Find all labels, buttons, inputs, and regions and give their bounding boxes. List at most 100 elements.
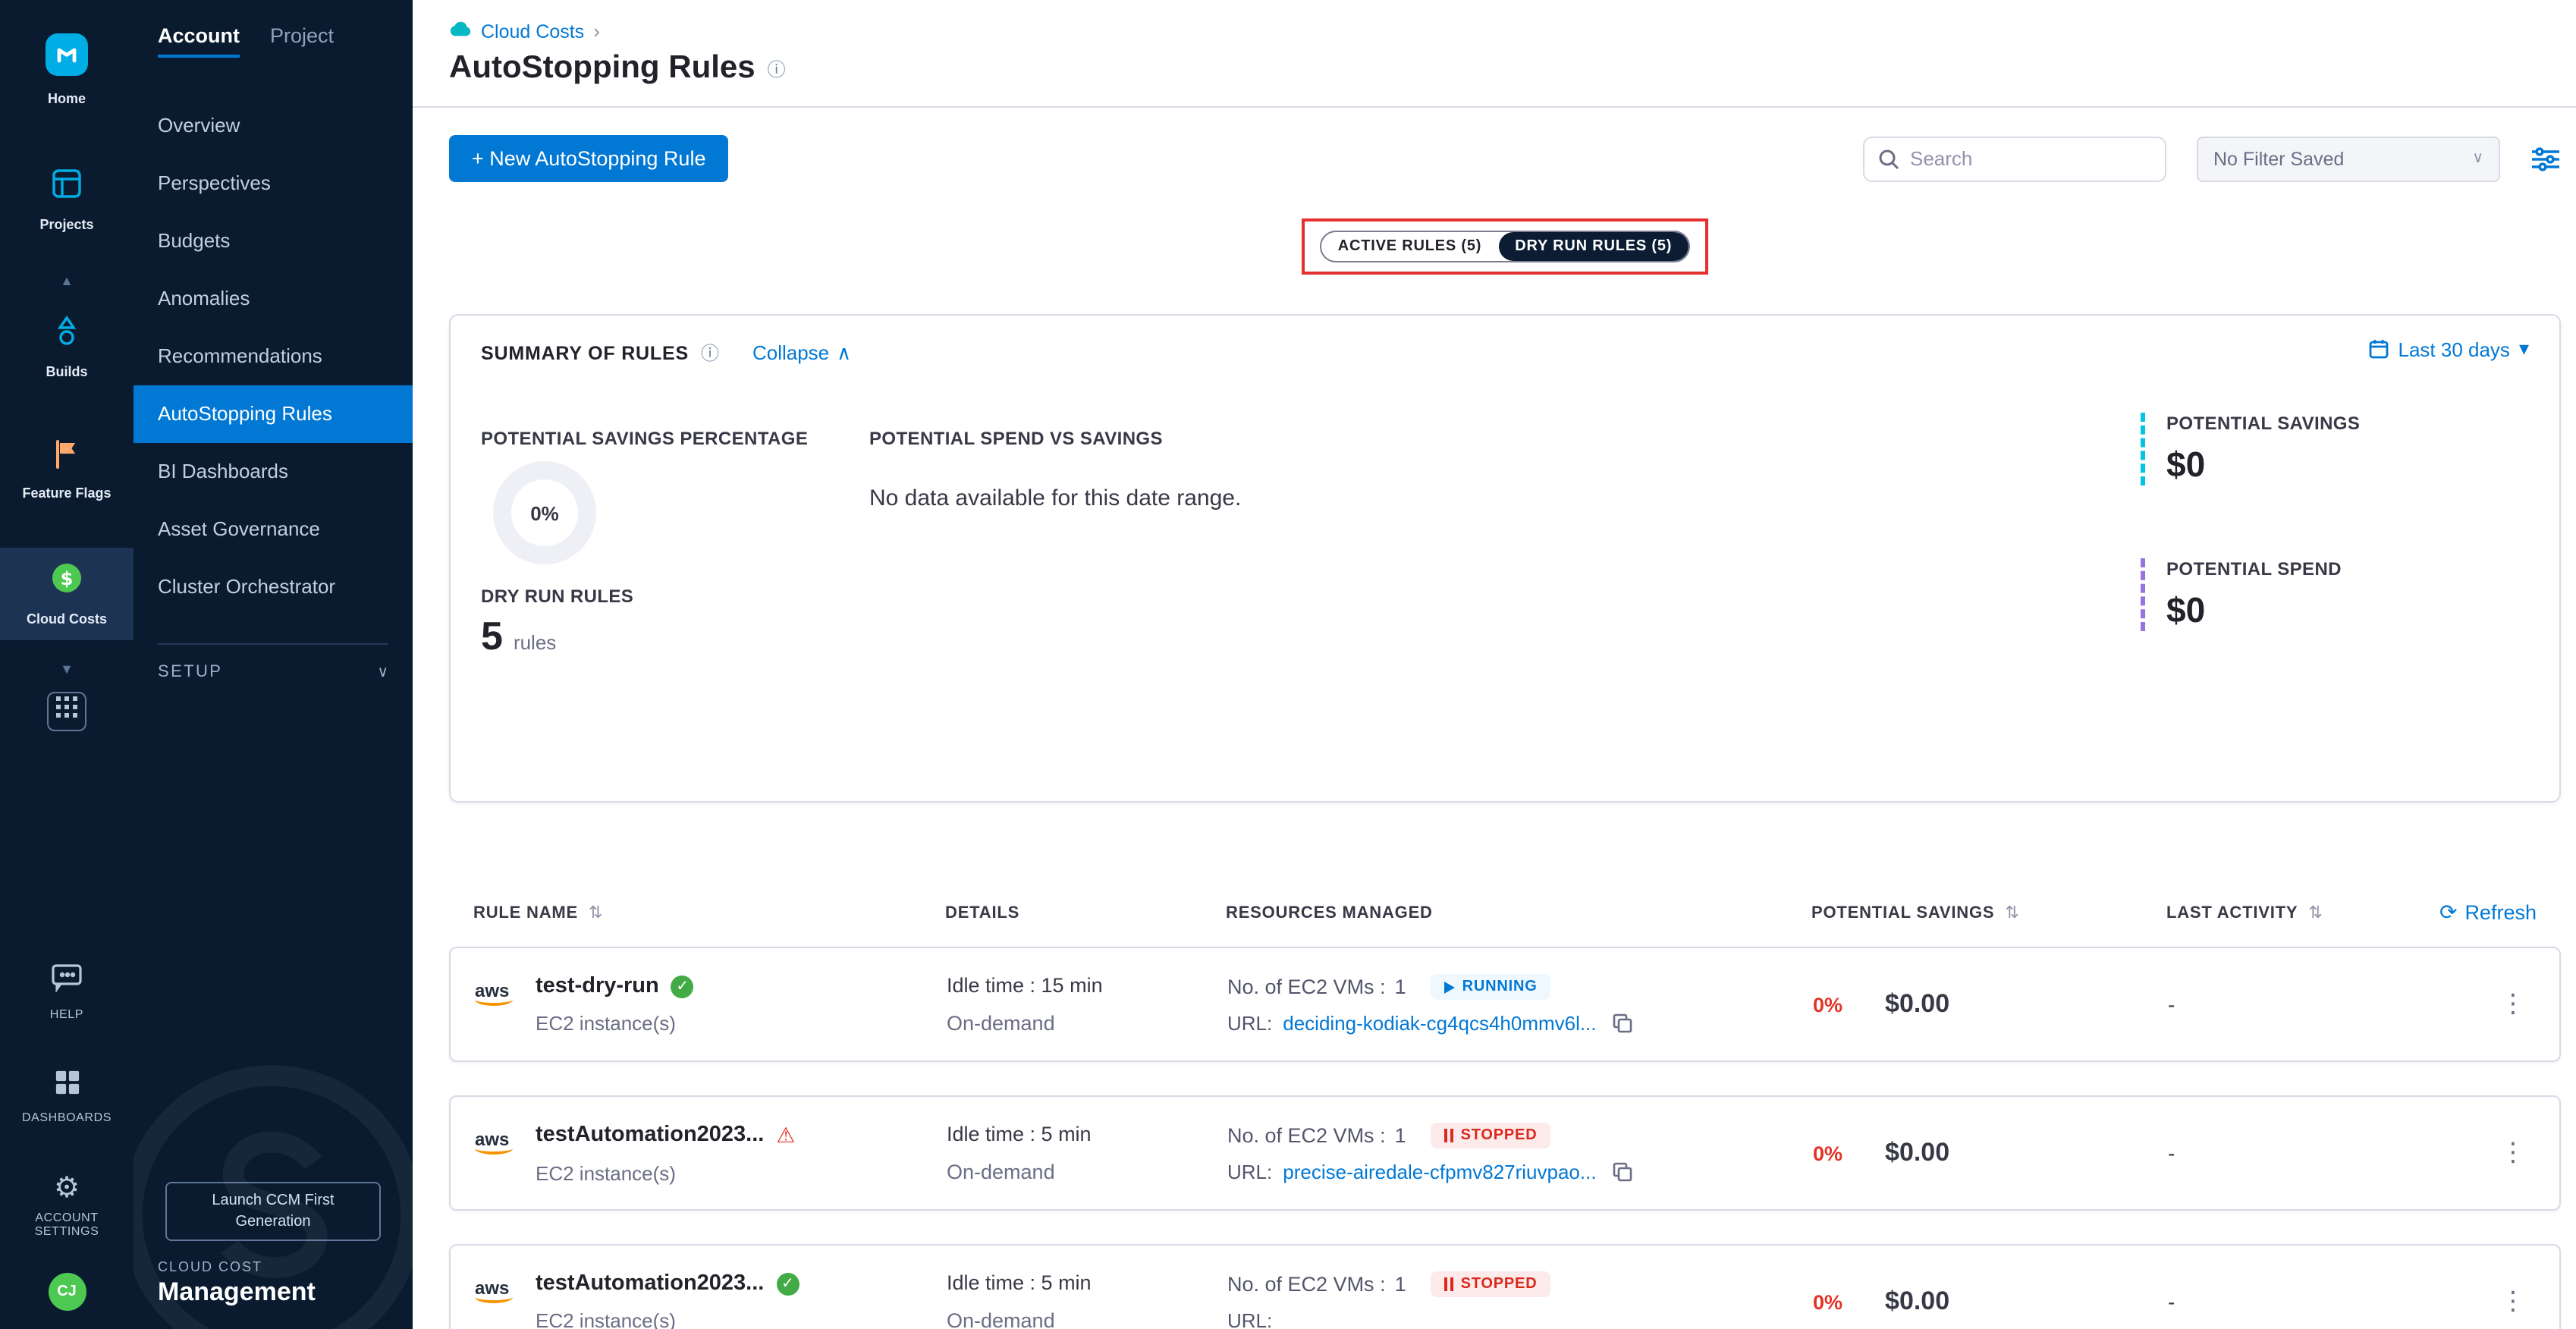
- tab-account[interactable]: Account: [158, 24, 240, 58]
- sidebar-footer: CLOUD COST Management: [134, 1259, 413, 1329]
- info-icon[interactable]: ⓘ: [768, 55, 786, 81]
- rule-name-link[interactable]: testAutomation2023...: [536, 1271, 764, 1296]
- savings-percentage-donut: 0%: [493, 461, 596, 564]
- cloud-costs-icon: $: [49, 560, 85, 604]
- sidebar-menu: Overview Perspectives Budgets Anomalies …: [134, 97, 413, 616]
- date-range-dropdown[interactable]: Last 30 days ▾: [2368, 337, 2530, 361]
- warning-icon: ⚠: [776, 1122, 795, 1148]
- rail-item-projects[interactable]: Projects: [0, 153, 134, 246]
- builds-icon: [49, 312, 85, 356]
- rail-item-cloud-costs[interactable]: $ Cloud Costs: [0, 548, 134, 640]
- potential-savings-cell: 0% $0.00: [1813, 1138, 2168, 1168]
- sidebar-item-anomalies[interactable]: Anomalies: [134, 270, 413, 328]
- savings-percentage: 0%: [1813, 1142, 1842, 1164]
- rail-item-label: Cloud Costs: [27, 611, 107, 628]
- setup-section-toggle[interactable]: SETUP ∨: [134, 645, 413, 699]
- app-root: Home Projects ▲ Builds Feature Flags $ C…: [0, 0, 2576, 1329]
- chevron-down-icon: ∨: [2472, 150, 2483, 167]
- rail-item-account-settings[interactable]: ⚙ ACCOUNT SETTINGS: [0, 1162, 134, 1252]
- dry-run-unit: rules: [514, 631, 556, 654]
- header-divider: [413, 106, 2576, 108]
- summary-of-rules-card: SUMMARY OF RULES ⓘ Collapse ∧ Last 30 da…: [449, 314, 2561, 803]
- copy-icon[interactable]: [1613, 1013, 1633, 1033]
- kebab-menu-icon[interactable]: ⋮: [2491, 986, 2535, 1021]
- rule-url-link[interactable]: deciding-kodiak-cg4qcs4h0mmv6l...: [1283, 1012, 1596, 1035]
- resources-cell: No. of EC2 VMs : 1 STOPPED URL:: [1227, 1271, 1813, 1329]
- module-rail: Home Projects ▲ Builds Feature Flags $ C…: [0, 0, 134, 1329]
- rail-item-label: Feature Flags: [22, 486, 111, 503]
- dashboards-icon: [54, 1070, 80, 1103]
- rail-item-home[interactable]: Home: [0, 21, 134, 120]
- sidebar-item-autostopping-rules[interactable]: AutoStopping Rules: [134, 385, 413, 443]
- refresh-icon: ⟳: [2439, 900, 2457, 925]
- status-badge-stopped: STOPPED: [1431, 1123, 1551, 1148]
- rail-item-feature-flags[interactable]: Feature Flags: [0, 426, 134, 515]
- breadcrumb-cloud-costs[interactable]: Cloud Costs: [481, 20, 584, 42]
- rail-item-builds[interactable]: Builds: [0, 300, 134, 392]
- pause-icon: [1444, 1277, 1453, 1291]
- rail-item-label: Builds: [46, 363, 87, 380]
- potential-savings-metric: POTENTIAL SAVINGS $0: [2141, 413, 2360, 485]
- dry-run-rules-value: 5 rules: [481, 613, 556, 660]
- refresh-button[interactable]: ⟳ Refresh: [2400, 900, 2537, 925]
- idle-time: Idle time : 5 min: [947, 1271, 1227, 1294]
- column-resources-managed: RESOURCES MANAGED: [1226, 903, 1811, 922]
- dry-run-rules-label: DRY RUN RULES: [481, 586, 633, 607]
- vm-count-label: No. of EC2 VMs :: [1227, 1124, 1386, 1147]
- scroll-down-icon[interactable]: ▼: [60, 655, 74, 683]
- rules-table-body: aws test-dry-run ✓ EC2 instance(s) Idle …: [449, 947, 2561, 1329]
- potential-spend-metric: POTENTIAL SPEND $0: [2141, 558, 2342, 631]
- vm-count: 1: [1395, 1273, 1406, 1296]
- vm-count-label: No. of EC2 VMs :: [1227, 976, 1386, 998]
- tab-project[interactable]: Project: [270, 24, 334, 58]
- potential-savings-label: POTENTIAL SAVINGS: [2166, 413, 2360, 434]
- filter-panel-button[interactable]: [2530, 145, 2561, 172]
- sidebar-item-recommendations[interactable]: Recommendations: [134, 328, 413, 385]
- table-row[interactable]: aws testAutomation2023... ✓ EC2 instance…: [449, 1244, 2561, 1329]
- active-rules-tab[interactable]: ACTIVE RULES (5): [1321, 232, 1499, 261]
- rule-url-link[interactable]: precise-airedale-cfpmv827riuvpao...: [1283, 1161, 1596, 1183]
- projects-icon: [49, 165, 85, 209]
- url-label: URL:: [1227, 1309, 1272, 1329]
- rail-item-help[interactable]: HELP: [0, 949, 134, 1033]
- toolbar-right: No Filter Saved ∨: [1863, 136, 2561, 181]
- sidebar-item-overview[interactable]: Overview: [134, 97, 413, 155]
- info-icon[interactable]: ⓘ: [701, 340, 719, 366]
- column-label: POTENTIAL SAVINGS: [1811, 903, 1994, 922]
- spend-vs-savings-label: POTENTIAL SPEND VS SAVINGS: [869, 428, 1163, 449]
- sidebar-item-asset-governance[interactable]: Asset Governance: [134, 501, 413, 558]
- rule-name-link[interactable]: testAutomation2023...: [536, 1123, 764, 1147]
- sidebar-item-perspectives[interactable]: Perspectives: [134, 155, 413, 212]
- collapse-toggle[interactable]: Collapse ∧: [752, 341, 851, 365]
- success-icon: ✓: [776, 1272, 799, 1295]
- launch-ccm-first-gen-button[interactable]: Launch CCM First Generation: [165, 1182, 381, 1241]
- refresh-label: Refresh: [2464, 901, 2537, 924]
- user-avatar[interactable]: CJ: [48, 1273, 86, 1311]
- dry-run-rules-tab[interactable]: DRY RUN RULES (5): [1498, 232, 1689, 261]
- sidebar-item-budgets[interactable]: Budgets: [134, 212, 413, 270]
- table-row[interactable]: aws test-dry-run ✓ EC2 instance(s) Idle …: [449, 947, 2561, 1062]
- sort-icon[interactable]: ⇅: [589, 903, 603, 922]
- saved-filter-dropdown[interactable]: No Filter Saved ∨: [2197, 136, 2500, 181]
- sidebar-item-bi-dashboards[interactable]: BI Dashboards: [134, 443, 413, 501]
- resources-cell: No. of EC2 VMs : 1 STOPPED URL: precise-…: [1227, 1123, 1813, 1183]
- rail-item-dashboards[interactable]: DASHBOARDS: [0, 1057, 134, 1137]
- sort-icon[interactable]: ⇅: [2308, 903, 2323, 922]
- table-row[interactable]: aws testAutomation2023... ⚠ EC2 instance…: [449, 1095, 2561, 1211]
- badge-label: STOPPED: [1461, 1276, 1538, 1293]
- potential-spend-value: $0: [2166, 590, 2342, 631]
- copy-icon[interactable]: [1613, 1162, 1633, 1182]
- sidebar-item-cluster-orchestrator[interactable]: Cluster Orchestrator: [134, 558, 413, 616]
- kebab-menu-icon[interactable]: ⋮: [2491, 1283, 2535, 1318]
- search-input[interactable]: [1863, 136, 2166, 181]
- apps-grid-button[interactable]: [47, 692, 86, 731]
- badge-label: STOPPED: [1461, 1127, 1538, 1144]
- column-label: DETAILS: [945, 903, 1019, 922]
- kebab-menu-icon[interactable]: ⋮: [2491, 1135, 2535, 1170]
- scroll-up-icon[interactable]: ▲: [60, 266, 74, 294]
- rule-name-link[interactable]: test-dry-run: [536, 974, 659, 998]
- row-actions-cell: ⋮: [2402, 1287, 2535, 1317]
- new-autostopping-rule-button[interactable]: + New AutoStopping Rule: [449, 135, 728, 182]
- rule-type: EC2 instance(s): [536, 1012, 694, 1035]
- sort-icon[interactable]: ⇅: [2005, 903, 2019, 922]
